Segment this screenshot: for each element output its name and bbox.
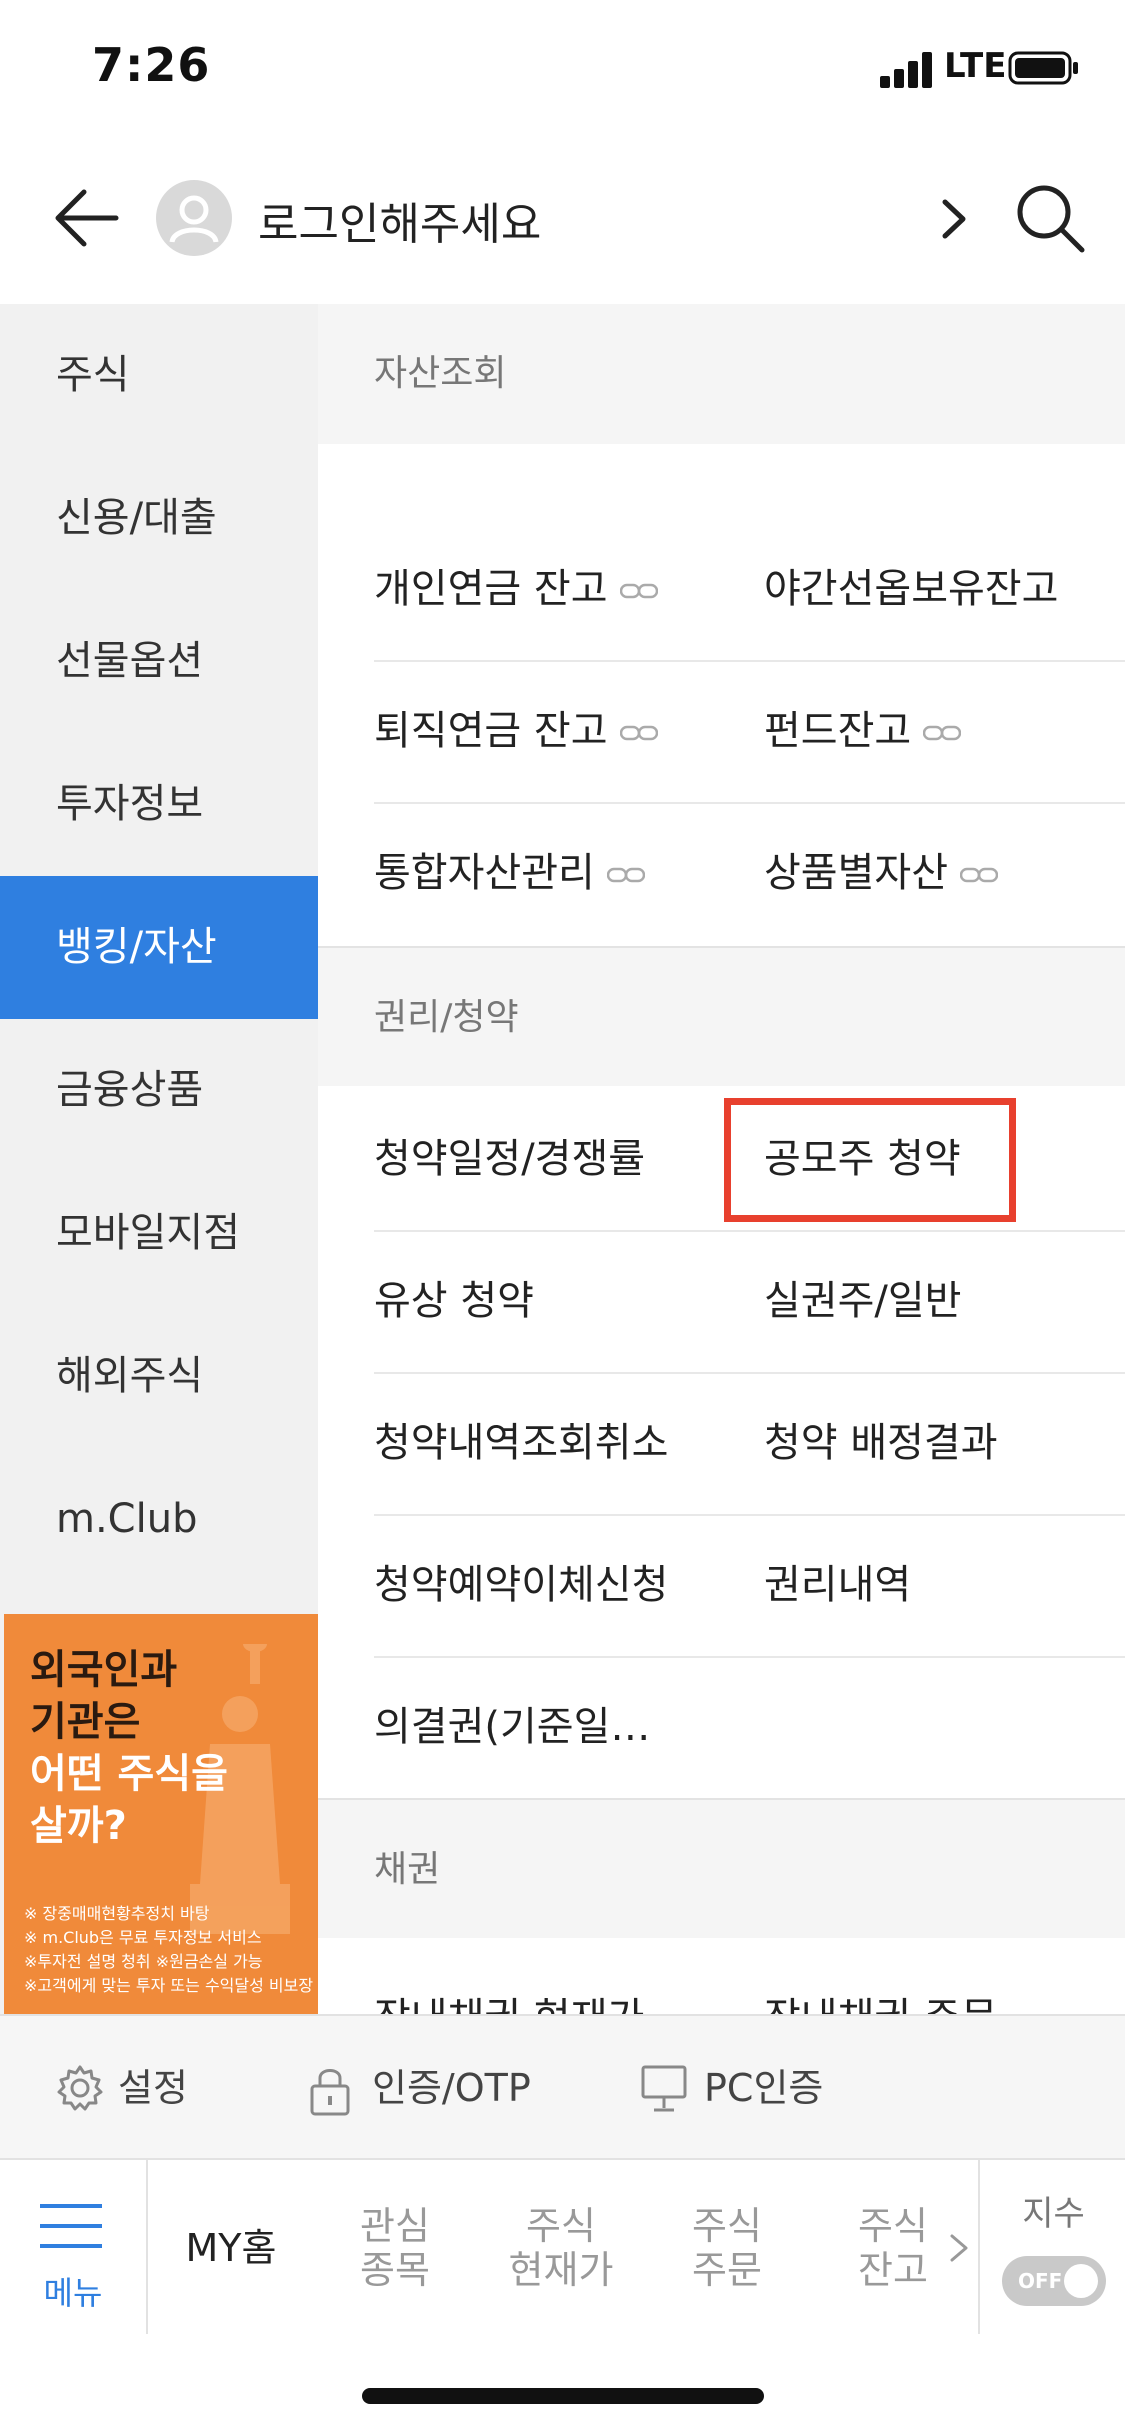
chevron-right-icon[interactable] (930, 184, 980, 254)
monitor-icon (641, 2065, 687, 2112)
sidebar-item-banking-assets[interactable]: 뱅킹/자산 (0, 876, 318, 1019)
toggle-state: OFF (1018, 2269, 1063, 2293)
banner-headline-1: 외국인과 기관은 (30, 1647, 178, 1745)
banner-note: ※고객에게 맞는 투자 또는 수익달성 비보장 (24, 1976, 314, 1995)
menu-row: 청약예약이체신청 권리내역 (374, 1514, 1125, 1658)
lock-icon (310, 2069, 350, 2116)
sidebar: 주식 신용/대출 선물옵션 투자정보 뱅킹/자산 금융상품 모바일지점 해외주식… (0, 304, 318, 2014)
menu-item-bond-price[interactable]: 장내채권 현재가 (374, 1980, 644, 2014)
menu-item-reservation-transfer[interactable]: 청약예약이체신청 (374, 1514, 668, 1656)
sidebar-item-investment-info[interactable]: 투자정보 (0, 733, 318, 876)
index-toggle[interactable]: OFF (1002, 2256, 1106, 2306)
sidebar-item-credit-loan[interactable]: 신용/대출 (0, 447, 318, 590)
link-icon (619, 583, 658, 599)
menu-item-voting-rights[interactable]: 의결권(기준일… (374, 1656, 650, 1798)
menu-item-subscription-history-cancel[interactable]: 청약내역조회취소 (374, 1372, 668, 1514)
menu-item-rights-history[interactable]: 권리내역 (764, 1514, 911, 1656)
menu-item-forfeited-shares[interactable]: 실권주/일반 (764, 1230, 961, 1372)
auth-otp-button[interactable]: 인증/OTP (372, 2016, 531, 2160)
home-indicator-area (0, 2334, 1125, 2436)
menu-item-integrated-asset-management[interactable]: 통합자산관리 (374, 802, 645, 944)
tab-stock-price[interactable]: 주식 현재가 (494, 2160, 628, 2336)
status-time: 7:26 (92, 38, 211, 92)
menu-item-paid-subscription[interactable]: 유상 청약 (374, 1230, 534, 1372)
user-icon (169, 195, 219, 243)
sidebar-item-futures-options[interactable]: 선물옵션 (0, 590, 318, 733)
home-indicator[interactable] (362, 2388, 764, 2404)
sidebar-item-stock[interactable]: 주식 (0, 304, 318, 447)
tab-stock-balance[interactable]: 주식 잔고 (826, 2160, 960, 2336)
pc-auth-button[interactable]: PC인증 (704, 2016, 823, 2160)
banner-note: ※ m.Club은 무료 투자정보 서비스 (24, 1928, 262, 1947)
login-prompt[interactable]: 로그인해주세요 (258, 188, 541, 252)
status-bar: 7:26 LTE (0, 0, 1125, 140)
header: 로그인해주세요 (0, 140, 1125, 307)
section-header-asset-inquiry: 자산조회 (318, 304, 1125, 444)
menu-item-allocation-result[interactable]: 청약 배정결과 (764, 1372, 998, 1514)
menu-item-personal-pension[interactable]: 개인연금 잔고 (374, 518, 658, 660)
banner-note: ※ 장중매매현황추정치 바탕 (24, 1904, 210, 1923)
banner-note: ※투자전 설명 청취 ※원금손실 가능 (24, 1952, 263, 1971)
menu-item-assets-by-product[interactable]: 상품별자산 (764, 802, 998, 944)
menu-row: 의결권(기준일… (374, 1656, 1125, 1798)
link-icon (923, 725, 962, 741)
index-label: 지수 (1022, 2194, 1085, 2234)
menu-row: 통합자산관리 상품별자산 (374, 802, 1125, 944)
promo-banner[interactable]: 외국인과 기관은 어떤 주식을 살까? ※ 장중매매현황추정치 바탕 ※ m.C… (4, 1614, 318, 2014)
menu-tab[interactable]: 메뉴 (0, 2160, 148, 2336)
section-header-bonds: 채권 (318, 1798, 1125, 1938)
index-toggle-area: 지수 OFF (978, 2160, 1125, 2336)
link-icon (619, 725, 658, 741)
link-icon (606, 867, 645, 883)
tab-my-home[interactable]: MY홈 (164, 2160, 298, 2336)
menu-row: 유상 청약 실권주/일반 (374, 1230, 1125, 1374)
menu-item-fund-balance[interactable]: 펀드잔고 (764, 660, 962, 802)
menu-item-retirement-pension[interactable]: 퇴직연금 잔고 (374, 660, 658, 802)
tab-stock-order[interactable]: 주식 주문 (660, 2160, 794, 2336)
network-type: LTE (944, 46, 1007, 86)
gear-icon (57, 2065, 103, 2111)
chevron-right-icon[interactable] (946, 2222, 972, 2274)
sidebar-item-mobile-branch[interactable]: 모바일지점 (0, 1162, 318, 1305)
bottom-tab-bar: 메뉴 MY홈 관심 종목 주식 현재가 주식 주문 주식 잔고 지수 OFF (0, 2158, 1125, 2338)
menu-tab-label: 메뉴 (43, 2274, 103, 2312)
sidebar-item-overseas-stock[interactable]: 해외주식 (0, 1305, 318, 1448)
tab-watchlist[interactable]: 관심 종목 (328, 2160, 462, 2336)
highlight-box (724, 1098, 1016, 1222)
sidebar-item-mclub[interactable]: m.Club (0, 1448, 318, 1591)
menu-item-bond-order[interactable]: 장내채권 주문 (764, 1980, 998, 2014)
banner-headline-2: 어떤 주식을 살까? (30, 1751, 228, 1849)
avatar[interactable] (156, 180, 232, 256)
menu-row: 청약내역조회취소 청약 배정결과 (374, 1372, 1125, 1516)
menu-row: 퇴직연금 잔고 펀드잔고 (374, 660, 1125, 804)
section-header-rights-subscription: 권리/청약 (318, 946, 1125, 1086)
menu-row: 개인연금 잔고 야간선옵보유잔고 (374, 518, 1125, 662)
link-icon (960, 867, 998, 883)
menu-row: 장내채권 현재가 장내채권 주문 (374, 1940, 1125, 2014)
search-icon[interactable] (1010, 178, 1090, 258)
sidebar-item-financial-products[interactable]: 금융상품 (0, 1019, 318, 1162)
menu-item-subscription-schedule[interactable]: 청약일정/경쟁률 (374, 1088, 645, 1230)
menu-item-night-futures-holdings[interactable]: 야간선옵보유잔고 (764, 518, 1058, 660)
toggle-knob (1064, 2264, 1098, 2298)
utility-bar: 설정 인증/OTP PC인증 (0, 2014, 1125, 2160)
back-arrow-icon[interactable] (46, 178, 126, 258)
battery-icon (1008, 51, 1078, 85)
hamburger-icon (40, 2204, 102, 2248)
settings-button[interactable]: 설정 (118, 2016, 188, 2160)
